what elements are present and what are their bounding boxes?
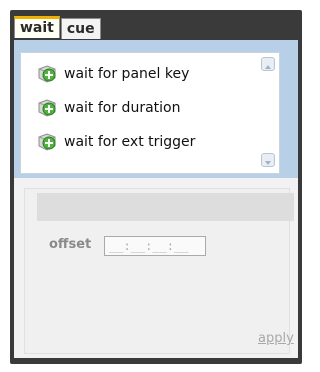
list-item-label: wait for ext trigger	[64, 134, 196, 150]
tab-bar: wait cue	[14, 16, 102, 40]
green-plus-puzzle-icon	[36, 97, 58, 119]
chevron-up-icon	[265, 65, 271, 69]
tab-cue[interactable]: cue	[60, 18, 101, 39]
list-item-wait-for-duration[interactable]: wait for duration	[21, 91, 253, 125]
list-item-label: wait for duration	[64, 100, 181, 116]
list-scrollbar[interactable]	[257, 53, 279, 173]
wait-type-list[interactable]: wait for panel key wait for duration wai…	[20, 52, 280, 174]
green-plus-puzzle-icon	[36, 63, 58, 85]
apply-button[interactable]: apply	[258, 331, 294, 346]
offset-input[interactable]: __:__:__:__	[104, 236, 206, 256]
scroll-up-button[interactable]	[261, 57, 275, 71]
chevron-down-icon	[265, 161, 271, 165]
tab-wait[interactable]: wait	[14, 16, 60, 38]
green-plus-puzzle-icon	[36, 131, 58, 153]
offset-label: offset	[49, 237, 92, 252]
list-item-wait-for-panel-key[interactable]: wait for panel key	[21, 57, 253, 91]
scroll-down-button[interactable]	[261, 153, 275, 167]
list-item-wait-for-ext-trigger[interactable]: wait for ext trigger	[21, 125, 253, 159]
settings-header-strip	[37, 193, 294, 221]
list-item-label: wait for panel key	[64, 66, 190, 82]
